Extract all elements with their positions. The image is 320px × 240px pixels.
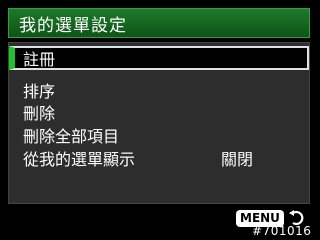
- menu-item-label: 刪除全部項目: [23, 127, 120, 146]
- menu-item-label: 從我的選單顯示: [23, 150, 136, 169]
- menu-item-label: 排序: [23, 82, 56, 101]
- menu-item-delete-all[interactable]: 刪除全部項目: [9, 123, 309, 147]
- menu-item-register[interactable]: 註冊: [9, 46, 309, 70]
- menu-item-value: 關閉: [221, 150, 254, 169]
- camera-menu-screen: 我的選單設定 註冊 排序 刪除 刪除全部項目 從我的選單顯示 關閉 MENU #…: [0, 0, 320, 240]
- menu-item-sort[interactable]: 排序: [9, 78, 309, 102]
- page-title: 我的選單設定: [19, 15, 127, 36]
- menu-item-delete[interactable]: 刪除: [9, 100, 309, 124]
- menu-item-label: 註冊: [23, 50, 56, 69]
- menu-list: 註冊 排序 刪除 刪除全部項目 從我的選單顯示 關閉: [8, 42, 310, 204]
- menu-item-display-from-my-menu[interactable]: 從我的選單顯示 關閉: [9, 146, 309, 170]
- menu-item-label: 刪除: [23, 104, 56, 123]
- watermark-text: #701016: [252, 224, 312, 238]
- title-bar: 我的選單設定: [8, 8, 310, 38]
